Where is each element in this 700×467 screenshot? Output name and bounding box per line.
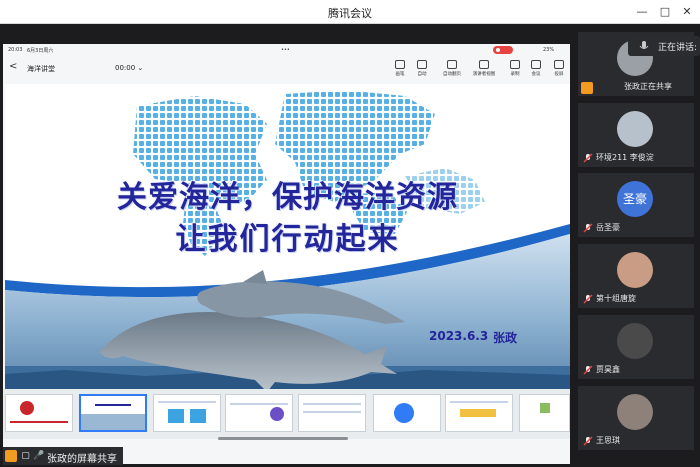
- participants-panel: 张政正在共享 环境211 李俊淀 圣豪 岳圣豪 第十组唐旋 贾昊鑫 王思琪: [574, 28, 700, 467]
- microphone-icon: 🎤: [33, 451, 45, 461]
- slide-thumbnail[interactable]: [445, 394, 513, 432]
- slide-title-line2: 让我们行动起来: [175, 222, 400, 257]
- participant-tile[interactable]: 第十组唐旋: [578, 244, 694, 308]
- status-dots: •••: [281, 47, 290, 53]
- screen-share-label-bar: ▢ 🎤 张政的屏幕共享: [3, 447, 123, 465]
- status-time: 20:03: [8, 47, 23, 53]
- presentation-title: 海洋讲堂: [27, 65, 55, 73]
- status-date: 6月3日周六: [27, 48, 54, 54]
- presentation-timer[interactable]: 00:00 ⌄: [115, 64, 143, 72]
- participant-name: 第十组唐旋: [596, 294, 636, 303]
- current-slide: 关爱海洋，保护海洋资源 让我们行动起来 2023.6.3 张政: [5, 84, 570, 389]
- share-person-icon: [5, 450, 17, 462]
- mic-muted-icon: [583, 294, 593, 304]
- recording-indicator-icon: [493, 46, 513, 54]
- maximize-icon[interactable]: □: [656, 3, 674, 21]
- record-icon: [510, 60, 520, 69]
- cast-button[interactable]: 投屏: [546, 60, 572, 82]
- auto-page-button[interactable]: 自动翻页: [439, 60, 465, 82]
- window-title: 腾讯会议: [328, 7, 372, 20]
- battery-level: 23%: [543, 47, 555, 53]
- shared-screen: 20:03 6月3日周六 ••• 23% < 海洋讲堂 00:00 ⌄ 画笔 自…: [3, 44, 570, 464]
- slide-title-line1: 关爱海洋，保护海洋资源: [117, 180, 458, 215]
- participant-tile[interactable]: 贾昊鑫: [578, 315, 694, 379]
- play-icon: [417, 60, 427, 69]
- speaking-mic-icon: [639, 41, 649, 49]
- mic-muted-icon: [583, 223, 593, 233]
- mic-muted-icon: [583, 436, 593, 446]
- minimize-icon[interactable]: —: [633, 3, 651, 21]
- participant-tile[interactable]: 圣豪 岳圣豪: [578, 173, 694, 237]
- slide-thumbnail[interactable]: [5, 394, 73, 432]
- speaking-indicator: 正在讲话:: [628, 36, 700, 56]
- auto-button[interactable]: 自动: [409, 60, 435, 82]
- mic-muted-icon: [583, 153, 593, 163]
- back-icon[interactable]: <: [9, 61, 17, 72]
- avatar: [617, 252, 653, 288]
- slide-author: 张政: [493, 331, 518, 345]
- meeting-icon: [531, 60, 541, 69]
- cast-icon: [554, 60, 564, 69]
- auto-page-icon: [447, 60, 457, 69]
- screen-share-icon: ▢: [21, 451, 30, 461]
- avatar: [617, 323, 653, 359]
- participant-tile[interactable]: 环境211 李俊淀: [578, 103, 694, 167]
- pen-icon: [395, 60, 405, 69]
- slide-thumbnail[interactable]: [79, 394, 147, 432]
- avatar: [617, 394, 653, 430]
- phone-status-bar: 20:03 6月3日周六 ••• 23%: [3, 44, 570, 56]
- participant-name: 岳圣豪: [596, 223, 620, 232]
- participant-name: 张政正在共享: [624, 82, 672, 91]
- presenter-view-icon: [479, 60, 489, 69]
- speaking-label: 正在讲话:: [658, 43, 698, 53]
- participant-tile[interactable]: 王思琪: [578, 386, 694, 450]
- title-bar: 腾讯会议 — □ ✕: [0, 0, 700, 24]
- avatar: 圣豪: [617, 181, 653, 217]
- mic-muted-icon: [583, 365, 593, 375]
- share-person-icon: [581, 82, 593, 94]
- participant-name: 环境211 李俊淀: [596, 153, 654, 162]
- slide-date: 2023.6.3: [429, 329, 489, 343]
- slide-thumbnail[interactable]: [298, 394, 366, 432]
- participant-name: 王思琪: [596, 436, 620, 445]
- slide-thumbnail-strip: [3, 389, 570, 439]
- slide-thumbnail[interactable]: [153, 394, 221, 432]
- presentation-toolbar: < 海洋讲堂 00:00 ⌄ 画笔 自动 自动翻页 演讲者视图 录制 会议 投屏: [3, 56, 570, 82]
- screen-share-label: 张政的屏幕共享: [47, 454, 117, 465]
- slide-thumbnail[interactable]: [225, 394, 293, 432]
- thumbnail-scrollbar[interactable]: [218, 437, 348, 440]
- participant-name: 贾昊鑫: [596, 365, 620, 374]
- slide-thumbnail[interactable]: [519, 394, 570, 432]
- meeting-window: 腾讯会议 — □ ✕ 20:03 6月3日周六 ••• 23% < 海洋讲堂 0…: [0, 0, 700, 467]
- close-icon[interactable]: ✕: [678, 3, 696, 21]
- presenter-view-button[interactable]: 演讲者视图: [471, 60, 497, 82]
- slide-thumbnail[interactable]: [373, 394, 441, 432]
- avatar: [617, 111, 653, 147]
